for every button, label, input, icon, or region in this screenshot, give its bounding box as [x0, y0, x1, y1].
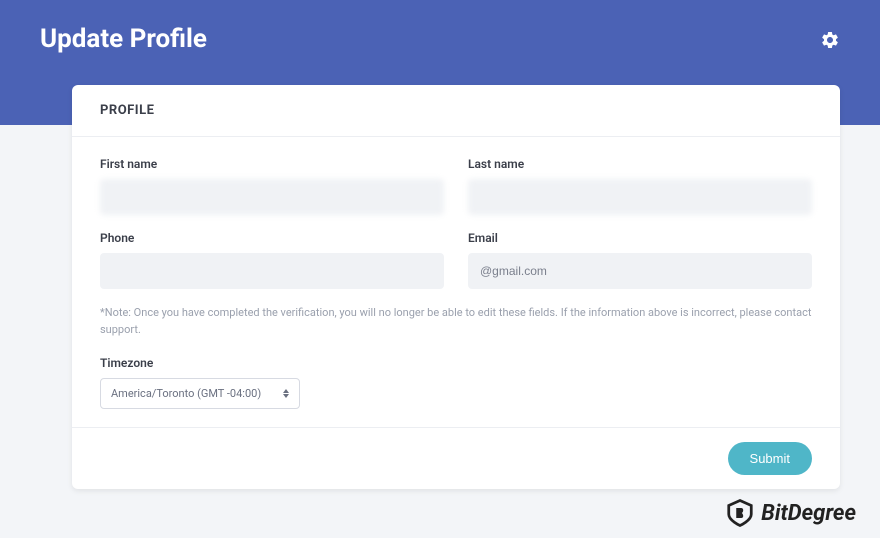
timezone-select[interactable]: America/Toronto (GMT -04:00): [100, 378, 300, 409]
card-header: PROFILE: [72, 85, 840, 137]
section-title: PROFILE: [100, 103, 812, 118]
phone-label: Phone: [100, 231, 444, 245]
page-title: Update Profile: [40, 24, 207, 54]
first-name-label: First name: [100, 157, 444, 171]
field-email: Email: [468, 231, 812, 289]
submit-button[interactable]: Submit: [728, 442, 812, 475]
bitdegree-logo-icon: [725, 498, 755, 528]
row-contact: Phone Email: [100, 231, 812, 289]
card-body: First name Last name Phone Email *Note: …: [72, 137, 840, 427]
timezone-label: Timezone: [100, 356, 812, 370]
profile-card: PROFILE First name Last name Phone Email…: [72, 85, 840, 489]
phone-input[interactable]: [100, 253, 444, 289]
row-name: First name Last name: [100, 157, 812, 215]
email-input[interactable]: [468, 253, 812, 289]
select-chevrons-icon: [283, 389, 289, 398]
last-name-input[interactable]: [468, 179, 812, 215]
watermark: BitDegree: [725, 498, 856, 528]
watermark-text: BitDegree: [761, 501, 856, 526]
first-name-input[interactable]: [100, 179, 444, 215]
gear-icon[interactable]: [820, 30, 840, 50]
card-footer: Submit: [72, 427, 840, 489]
verification-note: *Note: Once you have completed the verif…: [100, 305, 812, 338]
field-phone: Phone: [100, 231, 444, 289]
timezone-value: America/Toronto (GMT -04:00): [111, 387, 261, 400]
email-label: Email: [468, 231, 812, 245]
field-first-name: First name: [100, 157, 444, 215]
field-last-name: Last name: [468, 157, 812, 215]
field-timezone: Timezone America/Toronto (GMT -04:00): [100, 356, 812, 409]
last-name-label: Last name: [468, 157, 812, 171]
